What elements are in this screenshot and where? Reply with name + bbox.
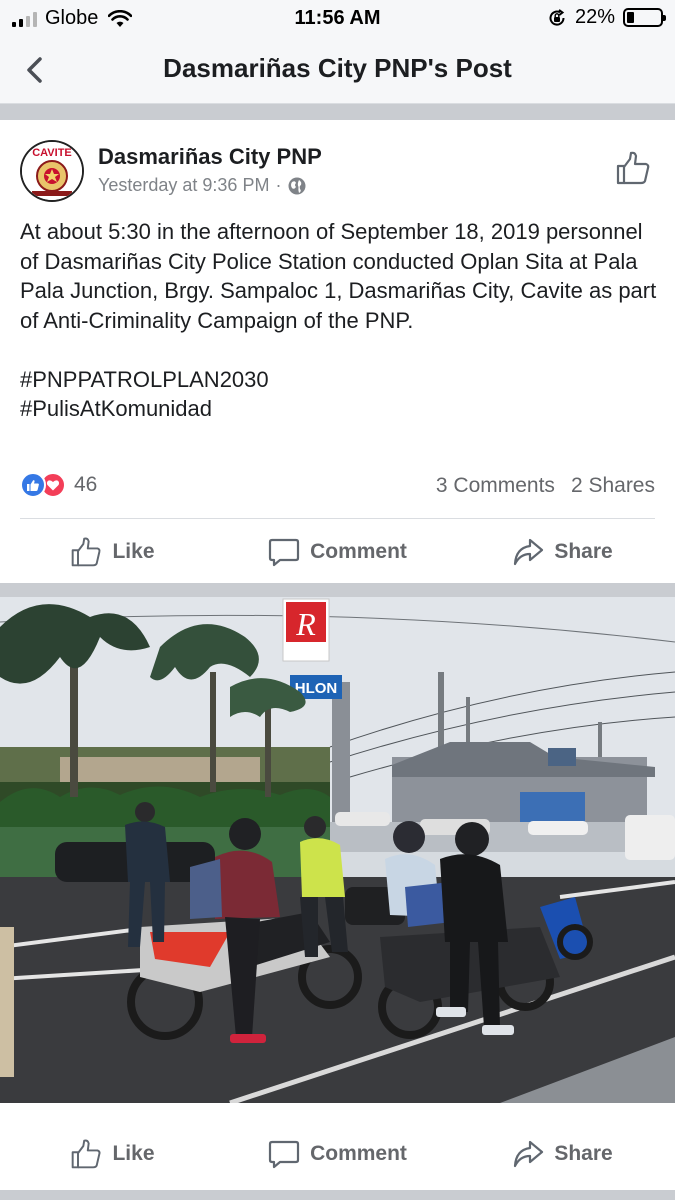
shares-count[interactable]: 2 Shares	[571, 474, 655, 498]
avatar[interactable]: CAVITE	[20, 140, 84, 202]
photo-illustration: R HLON	[0, 597, 675, 1103]
share-button[interactable]: Share	[450, 520, 675, 584]
post-author[interactable]: Dasmariñas City PNP	[98, 144, 322, 170]
action-divider	[20, 518, 655, 519]
like-button[interactable]: Like	[0, 1118, 225, 1190]
post-card: CAVITE Dasmariñas City PNP Yesterday at …	[0, 120, 675, 583]
avatar-text: CAVITE	[32, 147, 72, 159]
feed-separator	[0, 583, 675, 597]
reaction-count: 46	[74, 473, 98, 496]
post-photo[interactable]: R HLON	[0, 597, 675, 1103]
share-label: Share	[554, 1142, 613, 1165]
billboard-letter: R	[295, 606, 316, 642]
battery-icon	[623, 8, 666, 27]
like-button[interactable]: Like	[0, 520, 225, 584]
comment-icon	[268, 538, 300, 567]
post-text: At about 5:30 in the afternoon of Septem…	[20, 219, 657, 421]
page-title: Dasmariñas City PNP's Post	[163, 53, 512, 83]
photo-actions: Like Comment Share	[0, 1118, 675, 1190]
comment-icon	[268, 1140, 300, 1169]
share-icon	[514, 1140, 544, 1168]
nav-bar: Dasmariñas City PNP's Post	[0, 36, 675, 104]
status-bar: Globe 11:56 AM 22%	[0, 0, 675, 36]
post-timestamp[interactable]: Yesterday at 9:36 PM	[98, 175, 269, 196]
thumbs-up-icon	[72, 537, 102, 567]
share-button[interactable]: Share	[450, 1118, 675, 1190]
feed-separator	[0, 104, 675, 120]
like-reaction-icon	[20, 472, 46, 498]
comment-button[interactable]: Comment	[225, 1118, 450, 1190]
comments-count[interactable]: 3 Comments	[436, 474, 555, 498]
comment-button[interactable]: Comment	[225, 520, 450, 584]
reactions-summary[interactable]: 46	[20, 472, 97, 498]
post-meta: Yesterday at 9:36 PM ·	[98, 175, 307, 196]
comment-label: Comment	[310, 1142, 407, 1165]
feed-separator	[0, 1190, 675, 1200]
meta-separator: ·	[275, 175, 282, 195]
post-actions: Like Comment Share	[0, 520, 675, 584]
share-label: Share	[554, 540, 613, 563]
police-seal-logo: CAVITE	[22, 142, 82, 200]
like-page-icon[interactable]	[615, 150, 651, 186]
like-label: Like	[112, 540, 155, 563]
globe-icon	[288, 177, 306, 194]
battery-fill	[627, 12, 634, 23]
share-icon	[514, 538, 544, 566]
comment-label: Comment	[310, 540, 407, 563]
engagement-counts: 3 Comments 2 Shares	[436, 474, 655, 498]
thumbs-up-icon	[72, 1139, 102, 1169]
like-label: Like	[112, 1142, 155, 1165]
battery-percent: 22%	[574, 6, 615, 28]
orientation-lock-icon	[549, 8, 565, 26]
status-right: 22%	[547, 6, 666, 29]
